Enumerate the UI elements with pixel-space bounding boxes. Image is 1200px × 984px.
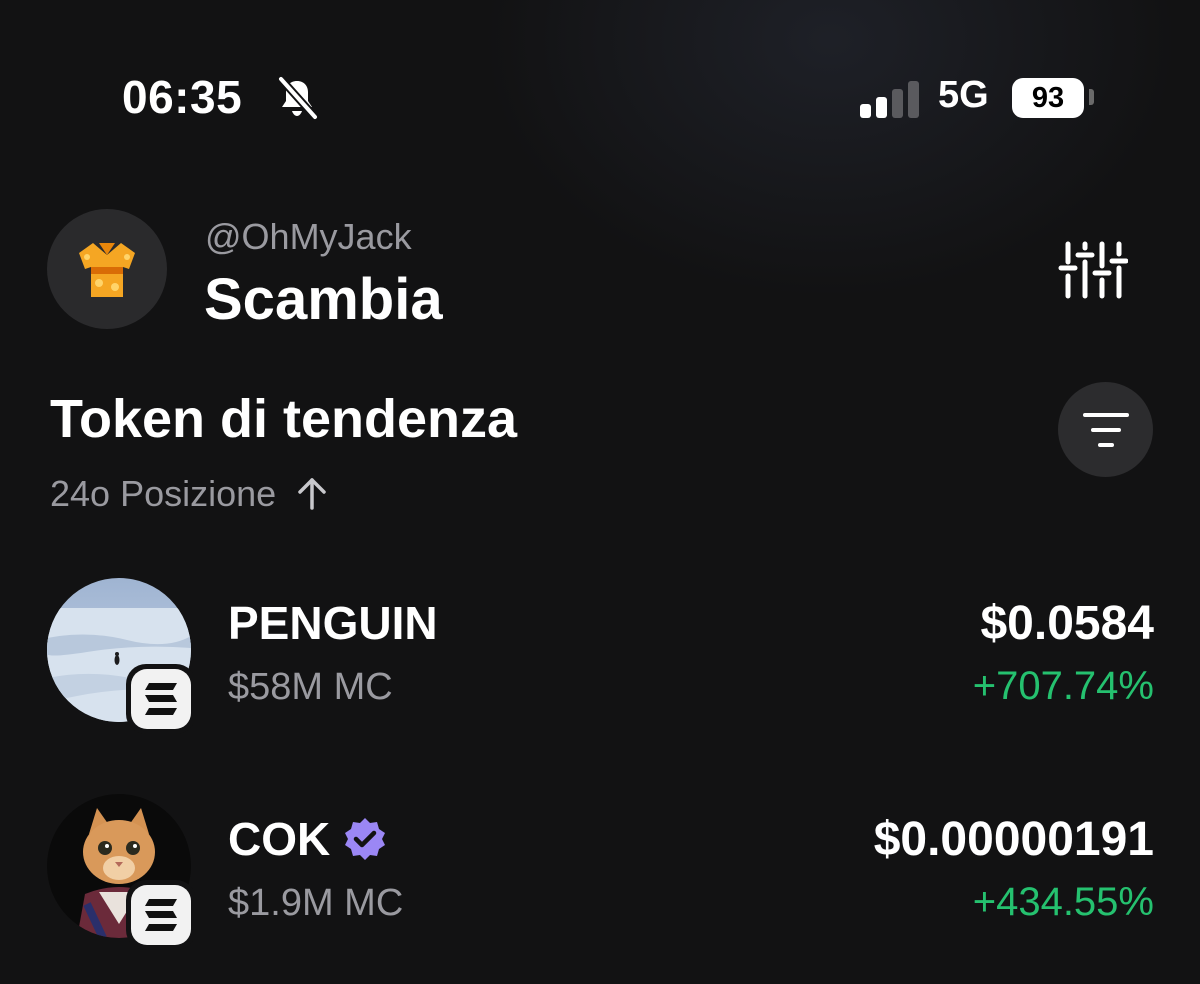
token-name: PENGUIN [228,596,438,650]
token-symbol: PENGUIN [228,597,438,649]
profile-avatar[interactable] [47,209,167,329]
token-symbol: COK [228,813,331,865]
page-title: Scambia [204,267,443,332]
token-row[interactable]: PENGUIN $58M MC $0.0584 +707.74% [0,578,1200,738]
token-name: COK [228,812,388,866]
filter-lines-icon [1083,413,1129,447]
token-market-cap: $1.9M MC [228,882,404,924]
chain-badge [126,664,196,734]
status-time: 06:35 [122,71,243,123]
token-change: +707.74% [972,664,1154,708]
solana-icon [145,683,177,715]
solana-icon [145,899,177,931]
token-price: $0.00000191 [873,813,1154,866]
battery-cap [1089,89,1094,105]
sort-label: 24o Posizione [50,473,277,514]
arrow-up-icon [298,478,326,510]
cellular-signal-icon [860,81,919,118]
user-handle: @OhMyJack [205,216,412,257]
kimono-icon [79,243,135,297]
network-type: 5G [938,74,989,116]
token-change: +434.55% [972,880,1154,924]
verified-badge-icon [345,818,386,860]
section-title: Token di tendenza [50,389,518,449]
bell-slash-icon [277,75,319,121]
token-market-cap: $58M MC [228,666,393,708]
filter-button[interactable] [1058,382,1153,477]
chain-badge [126,880,196,950]
token-row[interactable]: COK $1.9M MC $0.00000191 +434.55% [0,794,1200,954]
sliders-icon[interactable] [1058,236,1128,306]
token-price: $0.0584 [980,597,1154,650]
battery-level: 93 [1012,78,1084,118]
sort-selector[interactable]: 24o Posizione [50,470,332,518]
